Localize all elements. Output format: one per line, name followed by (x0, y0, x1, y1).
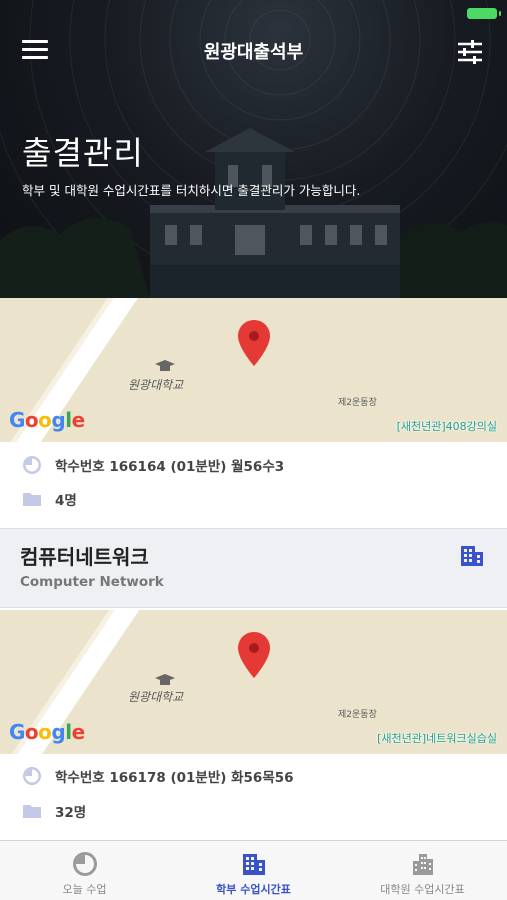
building-icon (243, 854, 265, 875)
course-info[interactable]: 학수번호 166164 (01분반) 월56수3 4명 (0, 442, 507, 528)
schedule-text: 학수번호 166164 (01분반) 월56수3 (55, 459, 285, 475)
schedule-text: 학수번호 166178 (01분반) 화56목56 (55, 770, 294, 786)
students-count: 32명 (55, 805, 87, 821)
google-logo: Google (9, 720, 85, 744)
header-hero: 원광대출석부 출결관리 학부 및 대학원 수업시간표를 터치하시면 출결관리가 … (0, 0, 507, 298)
students-row: 4명 (22, 487, 77, 511)
graduation-cap-icon (155, 674, 175, 685)
tab-label: 대학원 수업시간표 (380, 883, 465, 896)
room-label: [새천년관]408강의실 (396, 420, 497, 433)
folder-icon (23, 805, 41, 818)
course-name-english: Computer Network (20, 574, 164, 590)
map-campus-label: 원광대학교 (128, 378, 184, 392)
google-logo: Google (9, 408, 85, 432)
tab-bar: 오늘 수업 학부 수업시간표 대학원 수업시간표 (0, 840, 507, 900)
tab-label: 오늘 수업 (62, 883, 107, 896)
students-count: 4명 (55, 493, 77, 509)
tab-label: 학부 수업시간표 (216, 883, 291, 896)
graduation-cap-icon (155, 360, 175, 371)
navigation-bar: 원광대출석부 (0, 24, 507, 80)
clock-icon (23, 456, 41, 474)
tab-today-class[interactable]: 오늘 수업 (0, 841, 169, 900)
city-icon (413, 854, 433, 875)
map-pin-icon (238, 632, 270, 678)
room-label: [새천년관]네트워크실습실 (377, 732, 497, 745)
page-title: 출결관리 (22, 134, 144, 172)
course-header[interactable]: 컴퓨터네트워크 Computer Network (0, 528, 507, 608)
course-info[interactable]: 학수번호 166178 (01분반) 화56목56 32명 (0, 754, 507, 840)
battery-icon (467, 8, 501, 19)
tab-graduate-timetable[interactable]: 대학원 수업시간표 (338, 841, 507, 900)
sliders-icon (458, 42, 482, 62)
map-pin-icon (238, 320, 270, 366)
folder-icon (23, 493, 41, 506)
app-title: 원광대출석부 (203, 42, 304, 63)
students-row: 32명 (22, 799, 86, 823)
status-bar (0, 0, 507, 24)
filter-settings-button[interactable] (455, 38, 485, 66)
schedule-row: 학수번호 166178 (01분반) 화56목56 (22, 764, 294, 788)
building-icon[interactable] (459, 542, 485, 568)
page-subtitle: 학부 및 대학원 수업시간표를 터치하시면 출결관리가 가능합니다. (22, 183, 361, 198)
map-campus-label: 원광대학교 (128, 690, 184, 704)
clock-icon (23, 767, 41, 785)
map-field-label: 제2운동장 (338, 398, 377, 408)
tab-undergraduate-timetable[interactable]: 학부 수업시간표 (169, 841, 338, 900)
clock-icon (73, 852, 97, 876)
course-map[interactable]: 원광대학교 제2운동장 Google [새천년관]408강의실 (0, 298, 507, 442)
course-map[interactable]: 원광대학교 제2운동장 Google [새천년관]네트워크실습실 (0, 610, 507, 754)
map-field-label: 제2운동장 (338, 710, 377, 720)
schedule-row: 학수번호 166164 (01분반) 월56수3 (22, 453, 284, 477)
course-name: 컴퓨터네트워크 (20, 545, 149, 569)
